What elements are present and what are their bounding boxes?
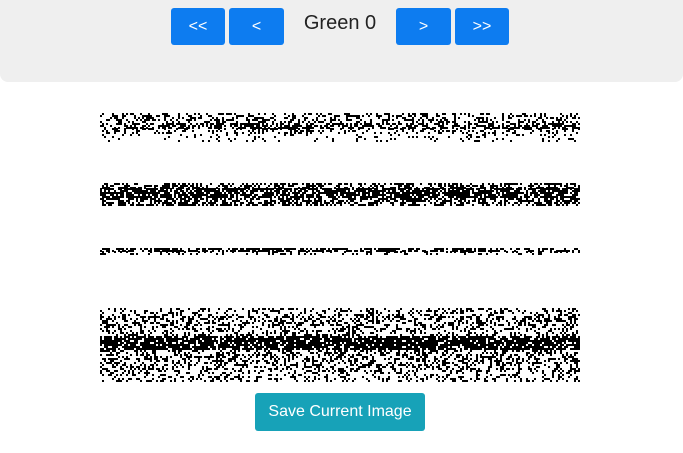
image-pixels (100, 113, 580, 382)
channel-title: Green 0 (303, 12, 377, 34)
save-image-button[interactable]: Save Current Image (255, 393, 425, 431)
next-image-button[interactable]: > (396, 8, 451, 45)
first-image-button[interactable]: << (171, 8, 225, 45)
previous-image-button[interactable]: < (229, 8, 284, 45)
last-image-button[interactable]: >> (455, 8, 509, 45)
channel-image-canvas (100, 113, 580, 382)
channel-image (100, 110, 580, 385)
navigation-bar: << < Green 0 > >> (0, 0, 683, 82)
